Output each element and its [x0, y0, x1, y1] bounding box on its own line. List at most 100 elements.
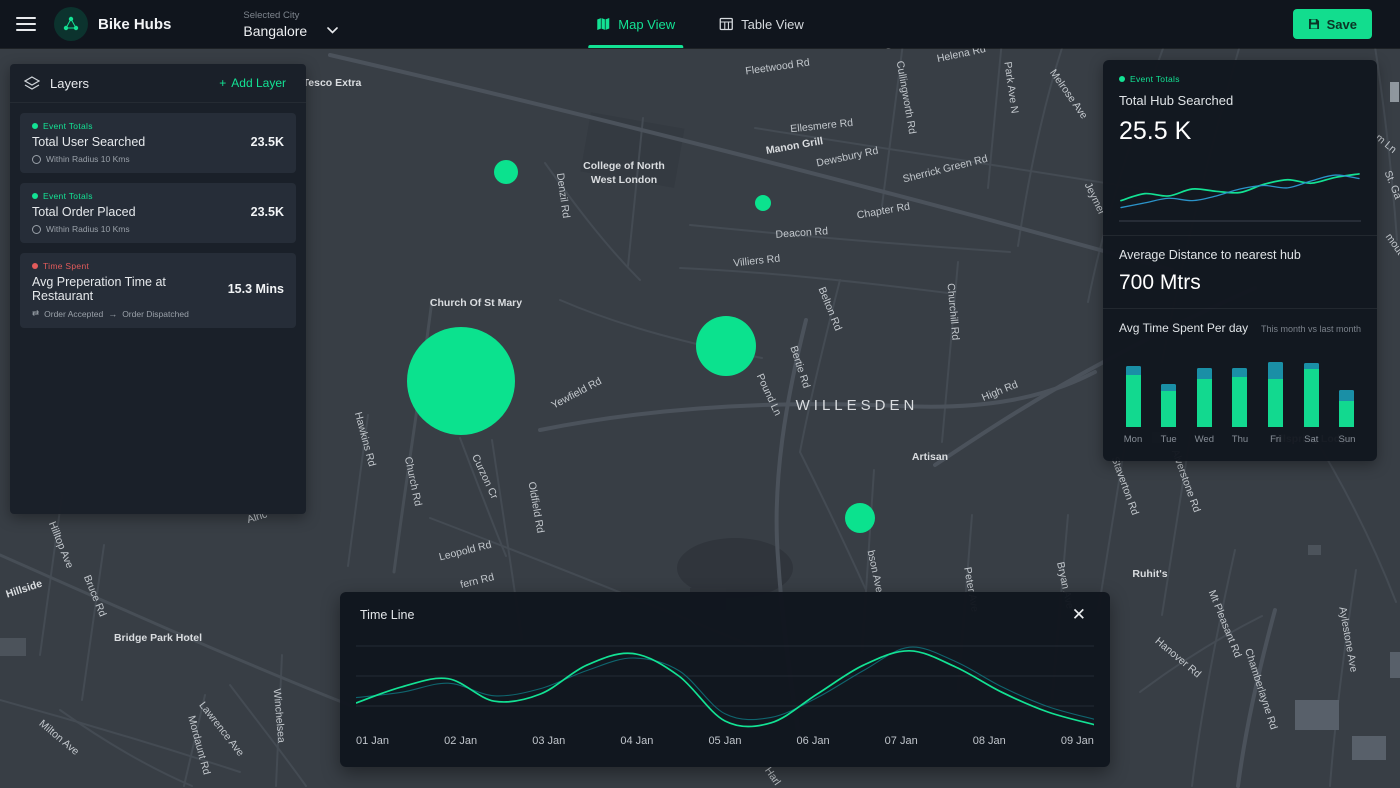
layer-card-value: 15.3 Mins	[228, 282, 284, 296]
bar-segment-this-month	[1197, 379, 1212, 427]
bar-segment-last-month	[1232, 368, 1247, 377]
hub-bubble[interactable]	[845, 503, 875, 533]
app-title: Bike Hubs	[98, 16, 171, 33]
weekly-bar-chart: MonTueWedThuFriSatSun	[1119, 347, 1361, 445]
table-view-icon	[719, 17, 733, 31]
layer-card-value: 23.5K	[251, 205, 284, 219]
add-layer-label: Add Layer	[231, 76, 286, 90]
tab-label: Map View	[618, 17, 675, 32]
timeline-header: Time Line ✕	[340, 592, 1110, 624]
hub-bubble[interactable]	[494, 160, 518, 184]
layer-card[interactable]: Time Spent Avg Preperation Time at Restau…	[20, 253, 296, 328]
layer-cards: Event Totals Total User Searched 23.5K With…	[10, 113, 306, 328]
layer-card[interactable]: Event Totals Total User Searched 23.5K With…	[20, 113, 296, 173]
layer-card-category: Event Totals	[32, 121, 284, 131]
flow-from-label: Order Accepted	[44, 309, 103, 319]
app-brand: Bike Hubs	[54, 7, 171, 41]
layer-card-subtitle: Within Radius 10 Kms	[32, 154, 284, 164]
category-label: Event Totals	[43, 191, 93, 201]
bar-segment-last-month	[1197, 368, 1212, 379]
stats-category-label: Event Totals	[1130, 74, 1180, 84]
bar-label: Sun	[1338, 434, 1355, 445]
bar-chart-header: Avg Time Spent Per day This month vs las…	[1119, 321, 1361, 335]
map-label: Church Of St Mary	[430, 297, 522, 309]
map-label: Artisan	[912, 451, 948, 463]
divider	[1103, 308, 1377, 309]
bar-segment-last-month	[1339, 390, 1354, 401]
category-label: Time Spent	[43, 261, 89, 271]
map-label: West London	[591, 174, 657, 186]
timeline-x-label: 08 Jan	[973, 735, 1006, 747]
arrow-right-icon: →	[108, 309, 117, 319]
bar-tue: Tue	[1157, 347, 1181, 445]
layer-card-flow: ⇄ Order Accepted → Order Dispatched	[32, 308, 284, 319]
app-logo	[54, 7, 88, 41]
radius-icon	[32, 225, 41, 234]
menu-button[interactable]	[16, 17, 36, 31]
timeline-chart	[356, 632, 1094, 732]
bar-segment-this-month	[1339, 401, 1354, 427]
selected-city-value: Bangalore	[243, 23, 307, 39]
plus-icon: +	[219, 76, 226, 90]
bar-segment-this-month	[1161, 391, 1176, 427]
map-view-icon	[596, 17, 610, 31]
timeline-x-label: 01 Jan	[356, 735, 389, 747]
bar-chart-subtitle: This month vs last month	[1261, 324, 1361, 334]
map-label: Bridge Park Hotel	[114, 632, 202, 644]
layers-panel-header: Layers + Add Layer	[10, 64, 306, 103]
tab-table-view[interactable]: Table View	[703, 0, 820, 48]
layer-card-category: Time Spent	[32, 261, 284, 271]
category-label: Event Totals	[43, 121, 93, 131]
bar-label: Thu	[1232, 434, 1248, 445]
hub-bubble[interactable]	[407, 327, 515, 435]
hub-metric-value: 25.5 K	[1119, 117, 1361, 146]
timeline-x-label: 02 Jan	[444, 735, 477, 747]
category-dot-icon	[32, 263, 38, 269]
distance-metric-title: Average Distance to nearest hub	[1119, 248, 1361, 262]
layer-card-title: Total Order Placed	[32, 205, 136, 219]
close-button[interactable]: ✕	[1066, 605, 1092, 624]
chevron-down-icon	[327, 27, 338, 34]
layer-card-value: 23.5K	[251, 135, 284, 149]
timeline-x-label: 07 Jan	[885, 735, 918, 747]
stats-panel: Event Totals Total Hub Searched 25.5 K A…	[1103, 60, 1377, 461]
save-button-label: Save	[1327, 17, 1357, 32]
bar-fri: Fri	[1264, 347, 1288, 445]
layer-card[interactable]: Event Totals Total Order Placed 23.5K Withi…	[20, 183, 296, 243]
bar-segment-this-month	[1232, 377, 1247, 427]
hub-sparkline-chart	[1119, 156, 1361, 222]
timeline-title: Time Line	[360, 608, 414, 622]
bar-sun: Sun	[1335, 347, 1359, 445]
tab-label: Table View	[741, 17, 804, 32]
bar-wed: Wed	[1192, 347, 1216, 445]
save-icon	[1308, 18, 1320, 30]
layer-card-category: Event Totals	[32, 191, 284, 201]
hamburger-icon	[16, 17, 36, 19]
view-tabs: Map View Table View	[580, 0, 819, 48]
flow-to-label: Order Dispatched	[122, 309, 189, 319]
tab-map-view[interactable]: Map View	[580, 0, 691, 48]
city-selector-label: Selected City	[243, 10, 338, 21]
bar-segment-last-month	[1268, 362, 1283, 379]
city-selector[interactable]: Selected City Bangalore	[243, 10, 338, 39]
timeline-x-label: 05 Jan	[708, 735, 741, 747]
layer-card-subtitle: Within Radius 10 Kms	[32, 224, 284, 234]
timeline-x-label: 06 Jan	[797, 735, 830, 747]
hub-bubble[interactable]	[696, 316, 756, 376]
bar-sat: Sat	[1299, 347, 1323, 445]
bar-label: Wed	[1195, 434, 1214, 445]
layer-card-title: Total User Searched	[32, 135, 145, 149]
bar-label: Fri	[1270, 434, 1281, 445]
bar-segment-this-month	[1304, 369, 1319, 427]
map-label: Ruhit's	[1132, 568, 1167, 580]
layer-card-title: Avg Preperation Time at Restaurant	[32, 275, 220, 303]
timeline-x-axis: 01 Jan02 Jan03 Jan04 Jan05 Jan06 Jan07 J…	[340, 735, 1110, 747]
bar-segment-last-month	[1126, 366, 1141, 375]
timeline-x-label: 04 Jan	[620, 735, 653, 747]
add-layer-button[interactable]: + Add Layer	[213, 75, 292, 91]
map-label: WILLESDEN	[796, 397, 919, 414]
swap-arrows-icon: ⇄	[32, 308, 39, 319]
bar-thu: Thu	[1228, 347, 1252, 445]
hub-bubble[interactable]	[755, 195, 771, 211]
save-button[interactable]: Save	[1293, 9, 1372, 39]
